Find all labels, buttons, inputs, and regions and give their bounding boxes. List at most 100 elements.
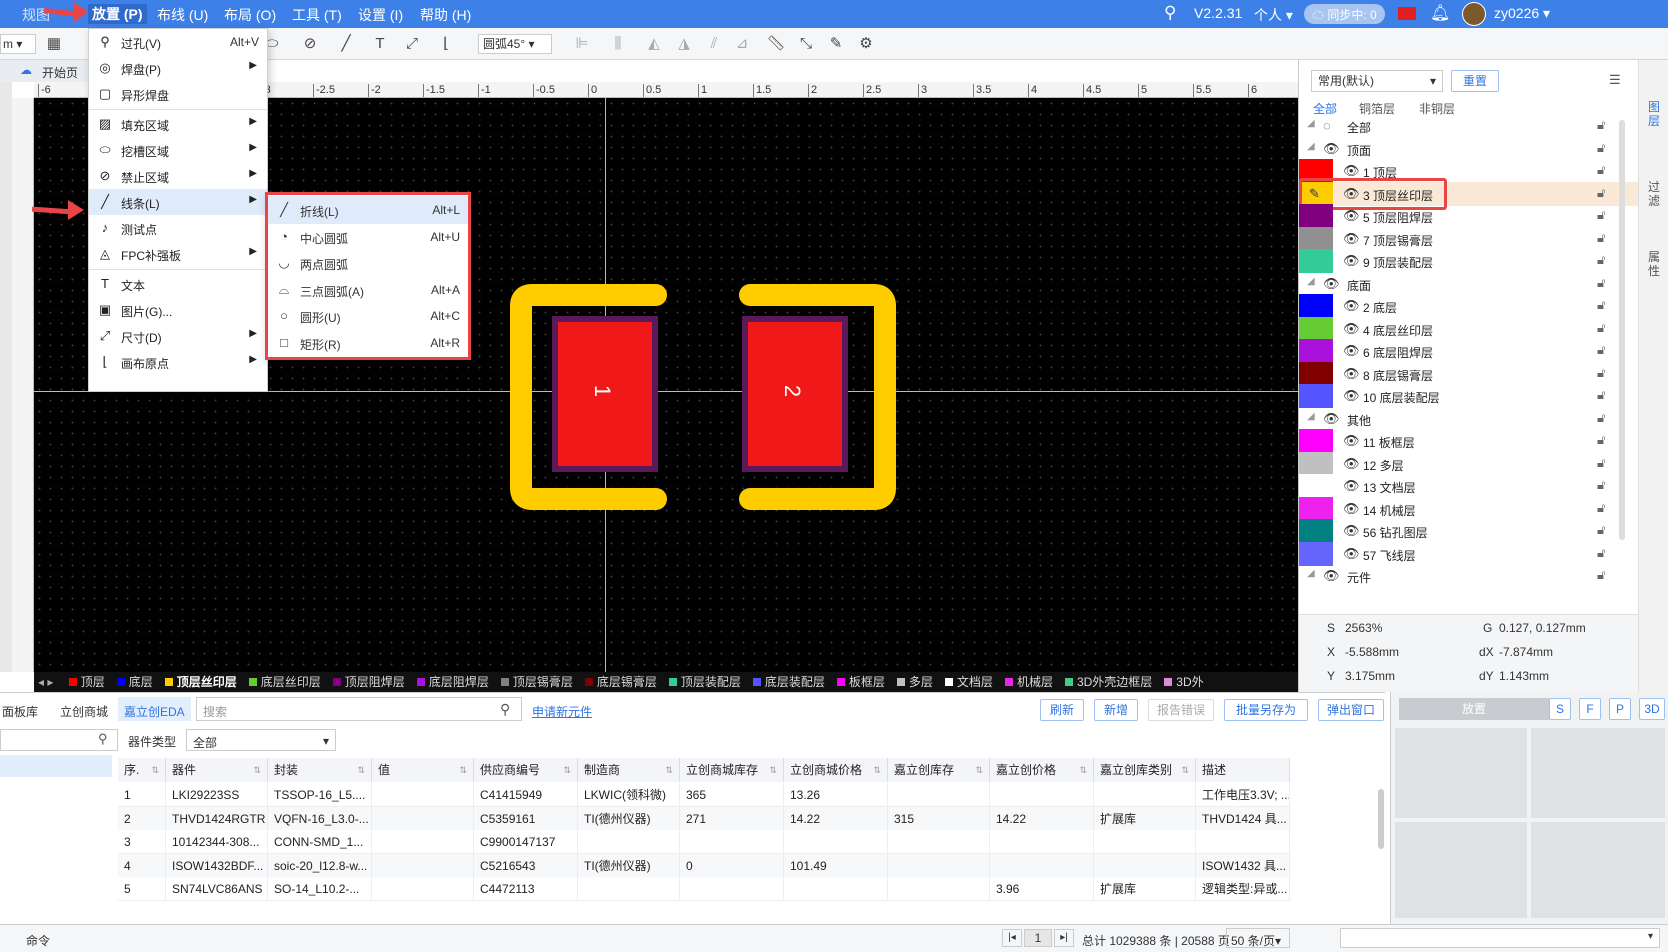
sort-icon[interactable]: ⇅ [1181,758,1189,782]
layer-tab[interactable]: 底层 [116,672,153,692]
search-icon[interactable]: ⚲ [1164,3,1176,23]
lock-icon[interactable]: 🔓︎ [1597,320,1605,336]
menu-item-settings[interactable]: 设置 (I) [358,5,403,25]
visibility-eye-icon[interactable]: 👁︎ [1323,276,1340,292]
lock-icon[interactable]: 🔓︎ [1597,432,1605,448]
last-page-icon[interactable]: ▸| [1054,929,1074,947]
layer-row[interactable]: 👁︎ 56 钻孔图层 🔓︎ [1299,519,1639,543]
column-header[interactable]: 嘉立创库类别 ⇅ [1094,758,1196,782]
lock-icon[interactable]: 🔓︎ [1597,252,1605,268]
layer-row[interactable]: 👁︎ 8 底层锡膏层 🔓︎ [1299,361,1639,386]
layer-color-swatch[interactable] [1299,474,1333,498]
visibility-eye-icon[interactable]: 👁︎ [1343,231,1360,247]
grid-icon[interactable]: ▦ [44,34,64,54]
layer-preset-select[interactable]: 常用(默认) ▾ [1311,70,1443,92]
layer-row[interactable]: 👁︎ 11 板框层 🔓︎ [1299,429,1639,453]
column-header[interactable]: 嘉立创价格 ⇅ [990,758,1094,782]
layer-color-swatch[interactable] [1299,249,1333,273]
visibility-eye-icon[interactable]: ◌ [1323,118,1331,133]
visibility-eye-icon[interactable]: 👁︎ [1343,366,1360,382]
layer-row[interactable]: 👁︎ 14 机械层 🔓︎ [1299,496,1639,521]
place-menu-item[interactable]: ▨ 填充区域 ▶ [89,111,267,137]
sort-icon[interactable]: ⇅ [665,758,673,782]
layer-row[interactable]: 👁︎ 7 顶层锡膏层 🔓︎ [1299,226,1639,251]
menu-item-layout[interactable]: 布局 (O) [224,5,276,25]
view-p-button[interactable]: P [1609,698,1631,720]
view-f-button[interactable]: F [1579,698,1601,720]
status-input[interactable]: ▾ [1340,928,1660,948]
layer-group-row[interactable]: ◢ 👁︎ 其他 🔓︎ [1299,407,1639,431]
visibility-eye-icon[interactable]: 👁︎ [1343,523,1360,539]
lock-icon[interactable]: 🔓︎ [1597,230,1605,246]
column-header[interactable]: 序. ⇅ [118,758,166,782]
line-tool-icon[interactable]: ╱ [336,34,356,54]
layer-tab[interactable]: 顶层阻焊层 [332,672,405,692]
lock-icon[interactable]: 🔓︎ [1597,185,1605,201]
origin-tool-icon[interactable]: ⌊ [436,34,456,54]
keepout-tool-icon[interactable]: ⊘ [300,34,320,54]
layer-color-swatch[interactable] [1299,339,1333,363]
sort-icon[interactable]: ⇅ [253,758,261,782]
layer-color-swatch[interactable] [1299,429,1333,453]
layer-row[interactable]: 👁︎ 4 底层丝印层 🔓︎ [1299,316,1639,341]
sort-icon[interactable]: ⇅ [151,758,159,782]
line-submenu-item[interactable]: ╱ 折线(L) Alt+L [268,196,468,224]
visibility-eye-icon[interactable]: 👁︎ [1343,546,1360,562]
layer-tab[interactable]: 顶层装配层 [668,672,741,692]
lock-icon[interactable]: 🔓︎ [1597,455,1605,471]
place-menu-item[interactable]: ⊘ 禁止区域 ▶ [89,163,267,189]
scroll-left-icon[interactable]: ◂ ▸ [38,672,53,692]
visibility-eye-icon[interactable]: 👁︎ [1323,141,1340,157]
lock-icon[interactable]: 🔓︎ [1597,117,1605,133]
ruler-icon[interactable]: 📏︎ [766,34,786,54]
tab-start-page[interactable]: 开始页 [42,64,78,81]
unit-select[interactable]: m ▾ [0,34,36,54]
column-header[interactable]: 供应商编号 ⇅ [474,758,578,782]
collapse-arrow-icon[interactable]: ◢ [1307,276,1315,287]
mode-dropdown[interactable]: 个人 ▾ [1254,5,1293,25]
line-submenu-item[interactable]: ⌓ 三点圆弧(A) Alt+A [268,276,468,304]
lock-icon[interactable]: 🔓︎ [1597,365,1605,381]
layer-tab[interactable]: 顶层 [68,672,105,692]
left-collapse-strip[interactable] [0,82,12,672]
command-button[interactable]: 命令 [26,932,50,949]
layer-group-row[interactable]: ◢ 👁︎ 元件 🔓︎ [1299,564,1639,588]
sort-icon[interactable]: ⇅ [873,758,881,782]
sort-icon[interactable]: ⇅ [769,758,777,782]
layer-color-swatch[interactable] [1299,384,1333,408]
layer-color-swatch[interactable] [1299,541,1333,566]
flip-icon[interactable]: ◭ [644,34,664,54]
layer-row[interactable]: 👁︎ 6 底层阻焊层 🔓︎ [1299,339,1639,363]
line-submenu-item[interactable]: ◡ 两点圆弧 [268,249,468,277]
visibility-eye-icon[interactable]: 👁︎ [1323,568,1340,584]
place-menu-item[interactable]: ▢ 异形焊盘 [89,81,267,107]
visibility-eye-icon[interactable]: 👁︎ [1343,253,1360,269]
layer-row[interactable]: 👁︎ 10 底层装配层 🔓︎ [1299,384,1639,408]
layer-tab[interactable]: 3D外壳边框层 [1064,672,1152,692]
mirror-icon[interactable]: ⫽ [704,34,724,54]
lock-icon[interactable]: 🔓︎ [1597,410,1605,426]
first-page-icon[interactable]: |◂ [1002,929,1022,947]
lock-icon[interactable]: 🔓︎ [1597,342,1605,358]
place-menu-item[interactable]: ╱ 线条(L) ▶ [89,189,267,215]
visibility-eye-icon[interactable]: 👁︎ [1343,388,1360,404]
layer-tab[interactable]: 底层丝印层 [248,672,321,692]
place-menu-item[interactable]: ◬ FPC补强板 ▶ [89,241,267,267]
sort-icon[interactable]: ⇅ [975,758,983,782]
page-number-input[interactable]: 1 [1024,929,1052,947]
visibility-eye-icon[interactable]: 👁︎ [1343,433,1360,449]
eraser-icon[interactable]: ✎ [826,34,846,54]
dimension-tool-icon[interactable]: ⤢ [402,34,422,54]
visibility-eye-icon[interactable]: 👁︎ [1343,321,1360,337]
column-header[interactable]: 值 ⇅ [372,758,474,782]
layer-tab[interactable]: 底层装配层 [752,672,825,692]
line-submenu-item[interactable]: ◔ 中心圆弧 Alt+U [268,223,468,251]
layer-tab[interactable]: 3D外 [1164,672,1204,692]
lock-icon[interactable]: 🔓︎ [1597,545,1605,561]
line-submenu-item[interactable]: □ 矩形(R) Alt+R [268,329,468,357]
menu-item-help[interactable]: 帮助 (H) [420,5,471,25]
column-header[interactable]: 制造商 ⇅ [578,758,680,782]
place-button[interactable]: 放置 [1399,698,1549,720]
place-menu-item[interactable]: ⤢ 尺寸(D) ▶ [89,323,267,349]
lock-icon[interactable]: 🔓︎ [1597,297,1605,313]
